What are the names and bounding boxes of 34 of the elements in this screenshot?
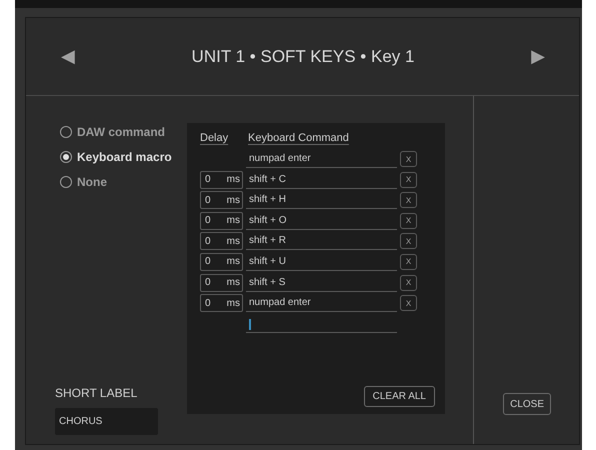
close-button[interactable]: CLOSE: [503, 393, 551, 415]
remove-button[interactable]: X: [400, 274, 417, 291]
command-field[interactable]: shift + U: [246, 252, 397, 271]
delay-field[interactable]: 0 ms: [200, 232, 243, 250]
remove-button[interactable]: X: [400, 151, 417, 167]
delay-field[interactable]: 0 ms: [200, 170, 243, 189]
clear-all-button[interactable]: CLEAR ALL: [364, 386, 435, 407]
radio-option[interactable]: Keyboard macro: [60, 148, 187, 166]
command-field[interactable]: shift + H: [246, 191, 397, 210]
command-field[interactable]: shift + C: [246, 170, 397, 189]
command-field[interactable]: numpad enter: [246, 150, 397, 168]
command-column-heading: Keyboard Command: [248, 132, 349, 144]
remove-button[interactable]: X: [400, 295, 417, 312]
radio-option[interactable]: DAW command: [60, 123, 187, 141]
delay-field[interactable]: 0 ms: [200, 252, 243, 271]
remove-button[interactable]: X: [400, 192, 417, 208]
dialog-title: UNIT 1 • SOFT KEYS • Key 1: [192, 46, 414, 66]
command-field[interactable]: shift + R: [246, 232, 397, 250]
delay-field[interactable]: 0 ms: [200, 274, 243, 292]
remove-button[interactable]: X: [400, 172, 417, 188]
command-field[interactable]: shift + O: [246, 212, 397, 230]
remove-button[interactable]: X: [400, 254, 417, 270]
delay-column-heading: Delay: [200, 132, 230, 144]
short-label-heading: SHORT LABEL: [55, 386, 138, 400]
radio-option[interactable]: None: [60, 173, 187, 191]
remove-button[interactable]: X: [400, 212, 417, 229]
delay-field[interactable]: 0 ms: [200, 212, 243, 230]
command-field[interactable]: numpad enter: [246, 294, 397, 312]
remove-button[interactable]: X: [400, 233, 417, 250]
short-label-field[interactable]: CHORUS: [55, 408, 158, 435]
command-field[interactable]: shift + S: [246, 274, 397, 292]
delay-field[interactable]: 0 ms: [200, 294, 243, 312]
delay-field[interactable]: 0 ms: [200, 191, 243, 210]
text-cursor-icon: [249, 319, 251, 330]
